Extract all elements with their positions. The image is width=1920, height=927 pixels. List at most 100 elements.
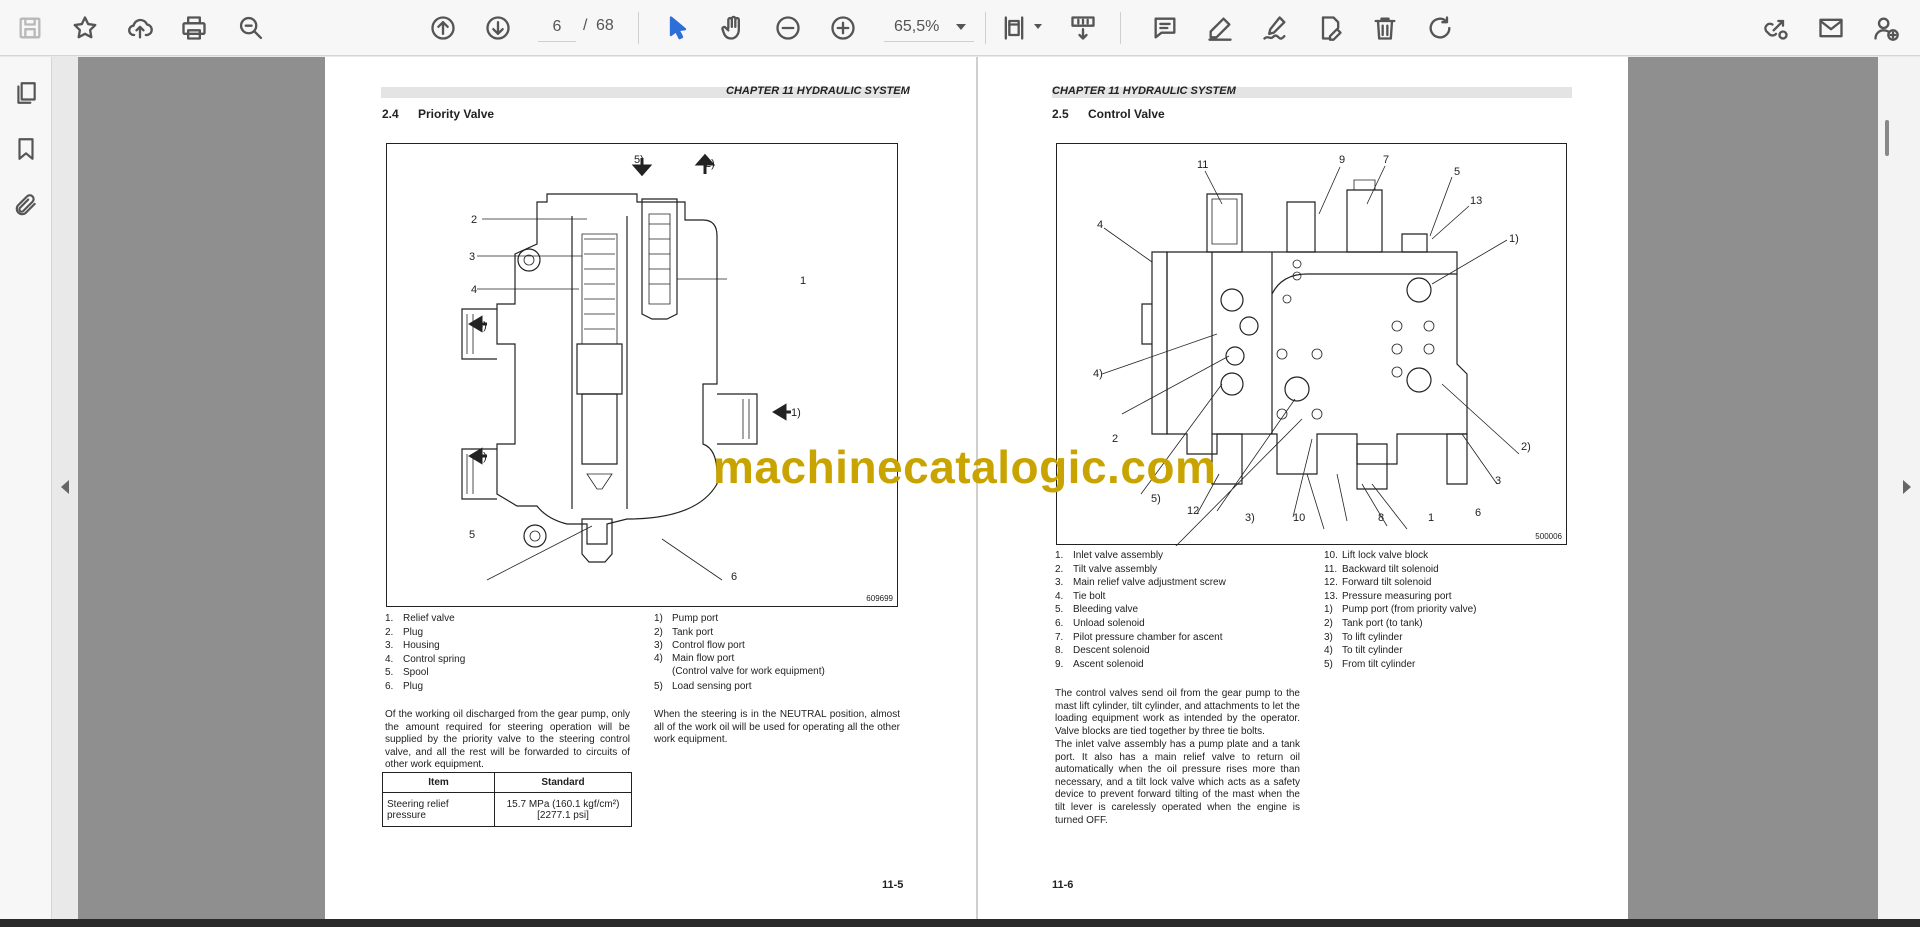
page-number-input[interactable] bbox=[538, 12, 576, 42]
spec-table: Item Standard Steering relief pressure 1… bbox=[382, 772, 632, 827]
chapter-header: CHAPTER 11 HYDRAULIC SYSTEM bbox=[1052, 85, 1236, 97]
hand-pan-icon[interactable] bbox=[715, 10, 751, 46]
legend-item: 5. Bleeding valve bbox=[1055, 604, 1139, 616]
email-icon[interactable] bbox=[1813, 10, 1849, 46]
comment-icon[interactable] bbox=[1147, 10, 1183, 46]
share-link-icon[interactable] bbox=[1758, 10, 1794, 46]
table-header-row: Item Standard bbox=[382, 772, 632, 793]
table-cell: Steering relief pressure bbox=[382, 792, 495, 827]
legend-item: 7. Pilot pressure chamber for ascent bbox=[1055, 631, 1223, 643]
legend-item: 1. Relief valve bbox=[385, 613, 455, 624]
thumbnails-icon[interactable] bbox=[10, 77, 42, 109]
rotate-icon[interactable] bbox=[1422, 10, 1458, 46]
callout-label: 3 bbox=[469, 251, 475, 263]
table-row: Steering relief pressure 15.7 MPa (160.1… bbox=[382, 792, 632, 827]
page-up-icon[interactable] bbox=[425, 10, 461, 46]
left-sidebar bbox=[0, 57, 52, 927]
legend-item: 12. Forward tilt solenoid bbox=[1324, 577, 1432, 589]
zoom-in-icon[interactable] bbox=[825, 10, 861, 46]
table-cell-line: [2277.1 psi] bbox=[537, 809, 589, 821]
callout-label: 3) bbox=[477, 451, 487, 463]
callout-label: 1 bbox=[800, 275, 806, 287]
vertical-scrollbar[interactable] bbox=[1885, 120, 1889, 156]
ports-legend: 10. Lift lock valve block 11. Backward til… bbox=[1324, 549, 1476, 671]
callout-label: 7 bbox=[1383, 154, 1389, 166]
legend-item: 5. Spool bbox=[385, 667, 429, 679]
callout-label: 2 bbox=[471, 214, 477, 226]
paragraph: The control valves send oil from the gea… bbox=[1055, 688, 1300, 737]
select-cursor-icon[interactable] bbox=[660, 10, 696, 46]
callout-label: 1) bbox=[791, 407, 801, 419]
bottom-edge bbox=[0, 919, 1920, 927]
legend-item: 3) Control flow port bbox=[654, 640, 745, 652]
legend-item: 9. Ascent solenoid bbox=[1055, 658, 1144, 670]
callout-label: 2) bbox=[1521, 441, 1531, 453]
page-separator: / bbox=[583, 17, 588, 34]
table-header: Standard bbox=[494, 772, 632, 793]
legend-item: 11. Backward tilt solenoid bbox=[1324, 563, 1439, 575]
zoom-out-icon[interactable] bbox=[770, 10, 806, 46]
figure-id: 609699 bbox=[866, 594, 893, 603]
legend-item: 2. Tilt valve assembly bbox=[1055, 563, 1158, 575]
callout-label: 4) bbox=[1093, 368, 1103, 380]
callout-label: 1 bbox=[1428, 512, 1434, 524]
chevron-down-icon bbox=[956, 23, 966, 30]
callout-label: 1) bbox=[1509, 233, 1519, 245]
legend-item: 1) Pump port bbox=[654, 613, 719, 624]
print-icon[interactable] bbox=[176, 10, 212, 46]
callout-label: 4) bbox=[477, 320, 487, 332]
legend-item: 10. Lift lock valve block bbox=[1324, 550, 1429, 561]
legend-item: 1) Pump port (from priority valve) bbox=[1324, 604, 1477, 616]
callout-label: 2) bbox=[705, 158, 715, 170]
paragraph: The inlet valve assembly has a pump plat… bbox=[1055, 739, 1300, 826]
attachments-icon[interactable] bbox=[10, 189, 42, 221]
section-name: Priority Valve bbox=[418, 107, 495, 121]
chapter-header: CHAPTER 11 HYDRAULIC SYSTEM bbox=[726, 85, 910, 97]
callout-label: 12 bbox=[1187, 505, 1199, 517]
table-cell-line: 15.7 MPa (160.1 kgf/cm²) bbox=[506, 798, 620, 810]
highlight-pen-icon[interactable] bbox=[1202, 10, 1238, 46]
callout-label: 4 bbox=[1097, 219, 1103, 231]
page-down-icon[interactable] bbox=[480, 10, 516, 46]
zoom-search-icon[interactable] bbox=[233, 10, 269, 46]
edit-pdf-icon[interactable] bbox=[1312, 10, 1348, 46]
parts-legend: 1. Inlet valve assembly 2. Tilt valve asse… bbox=[1055, 549, 1226, 671]
page-number: 11-5 bbox=[882, 879, 904, 891]
delete-icon[interactable] bbox=[1367, 10, 1403, 46]
collapse-left-panel-icon[interactable] bbox=[61, 480, 69, 494]
section-title: 2.5 Control Valve bbox=[1052, 107, 1165, 121]
callout-label: 5) bbox=[634, 154, 644, 166]
bookmarks-icon[interactable] bbox=[10, 133, 42, 165]
legend-item: 3) To lift cylinder bbox=[1324, 631, 1403, 643]
legend-item: 8. Descent solenoid bbox=[1055, 645, 1150, 657]
save-icon[interactable] bbox=[12, 10, 48, 46]
ports-legend: 1) Pump port 2) Tank port 3) Control flow p… bbox=[654, 612, 825, 693]
callout-label: 5) bbox=[1151, 493, 1161, 505]
callout-label: 4 bbox=[471, 284, 477, 296]
sign-icon[interactable] bbox=[1257, 10, 1293, 46]
legend-item: 3. Housing bbox=[385, 640, 440, 652]
fit-page-chevron-icon[interactable] bbox=[1034, 24, 1042, 29]
right-scroll-panel bbox=[1878, 57, 1920, 927]
table-cell: 15.7 MPa (160.1 kgf/cm²) [2277.1 psi] bbox=[494, 792, 632, 827]
section-number: 2.5 bbox=[1052, 107, 1069, 121]
bookmark-star-icon[interactable] bbox=[67, 10, 103, 46]
parts-legend: 1. Relief valve 2. Plug 3. Housing 4. Contro… bbox=[385, 612, 465, 694]
legend-item: 4) To tilt cylinder bbox=[1324, 645, 1403, 657]
legend-item: 5) From tilt cylinder bbox=[1324, 658, 1416, 670]
zoom-level-dropdown[interactable]: 65,5% bbox=[884, 12, 974, 42]
legend-item: 3. Main relief valve adjustment screw bbox=[1055, 577, 1226, 589]
cloud-upload-icon[interactable] bbox=[122, 10, 158, 46]
section-title: 2.4 Priority Valve bbox=[382, 107, 494, 121]
legend-item: 6. Plug bbox=[385, 680, 424, 692]
legend-item: 1. Inlet valve assembly bbox=[1055, 550, 1164, 561]
fit-page-icon[interactable] bbox=[996, 10, 1032, 46]
callout-label: 6 bbox=[1475, 507, 1481, 519]
legend-item: 2. Plug bbox=[385, 626, 424, 638]
section-name: Control Valve bbox=[1088, 107, 1165, 121]
scroll-mode-icon[interactable] bbox=[1065, 10, 1101, 46]
collapse-right-panel-icon[interactable] bbox=[1903, 480, 1911, 494]
callout-label: 3 bbox=[1495, 475, 1501, 487]
add-user-icon[interactable] bbox=[1868, 10, 1904, 46]
legend-item: 2) Tank port bbox=[654, 626, 714, 638]
